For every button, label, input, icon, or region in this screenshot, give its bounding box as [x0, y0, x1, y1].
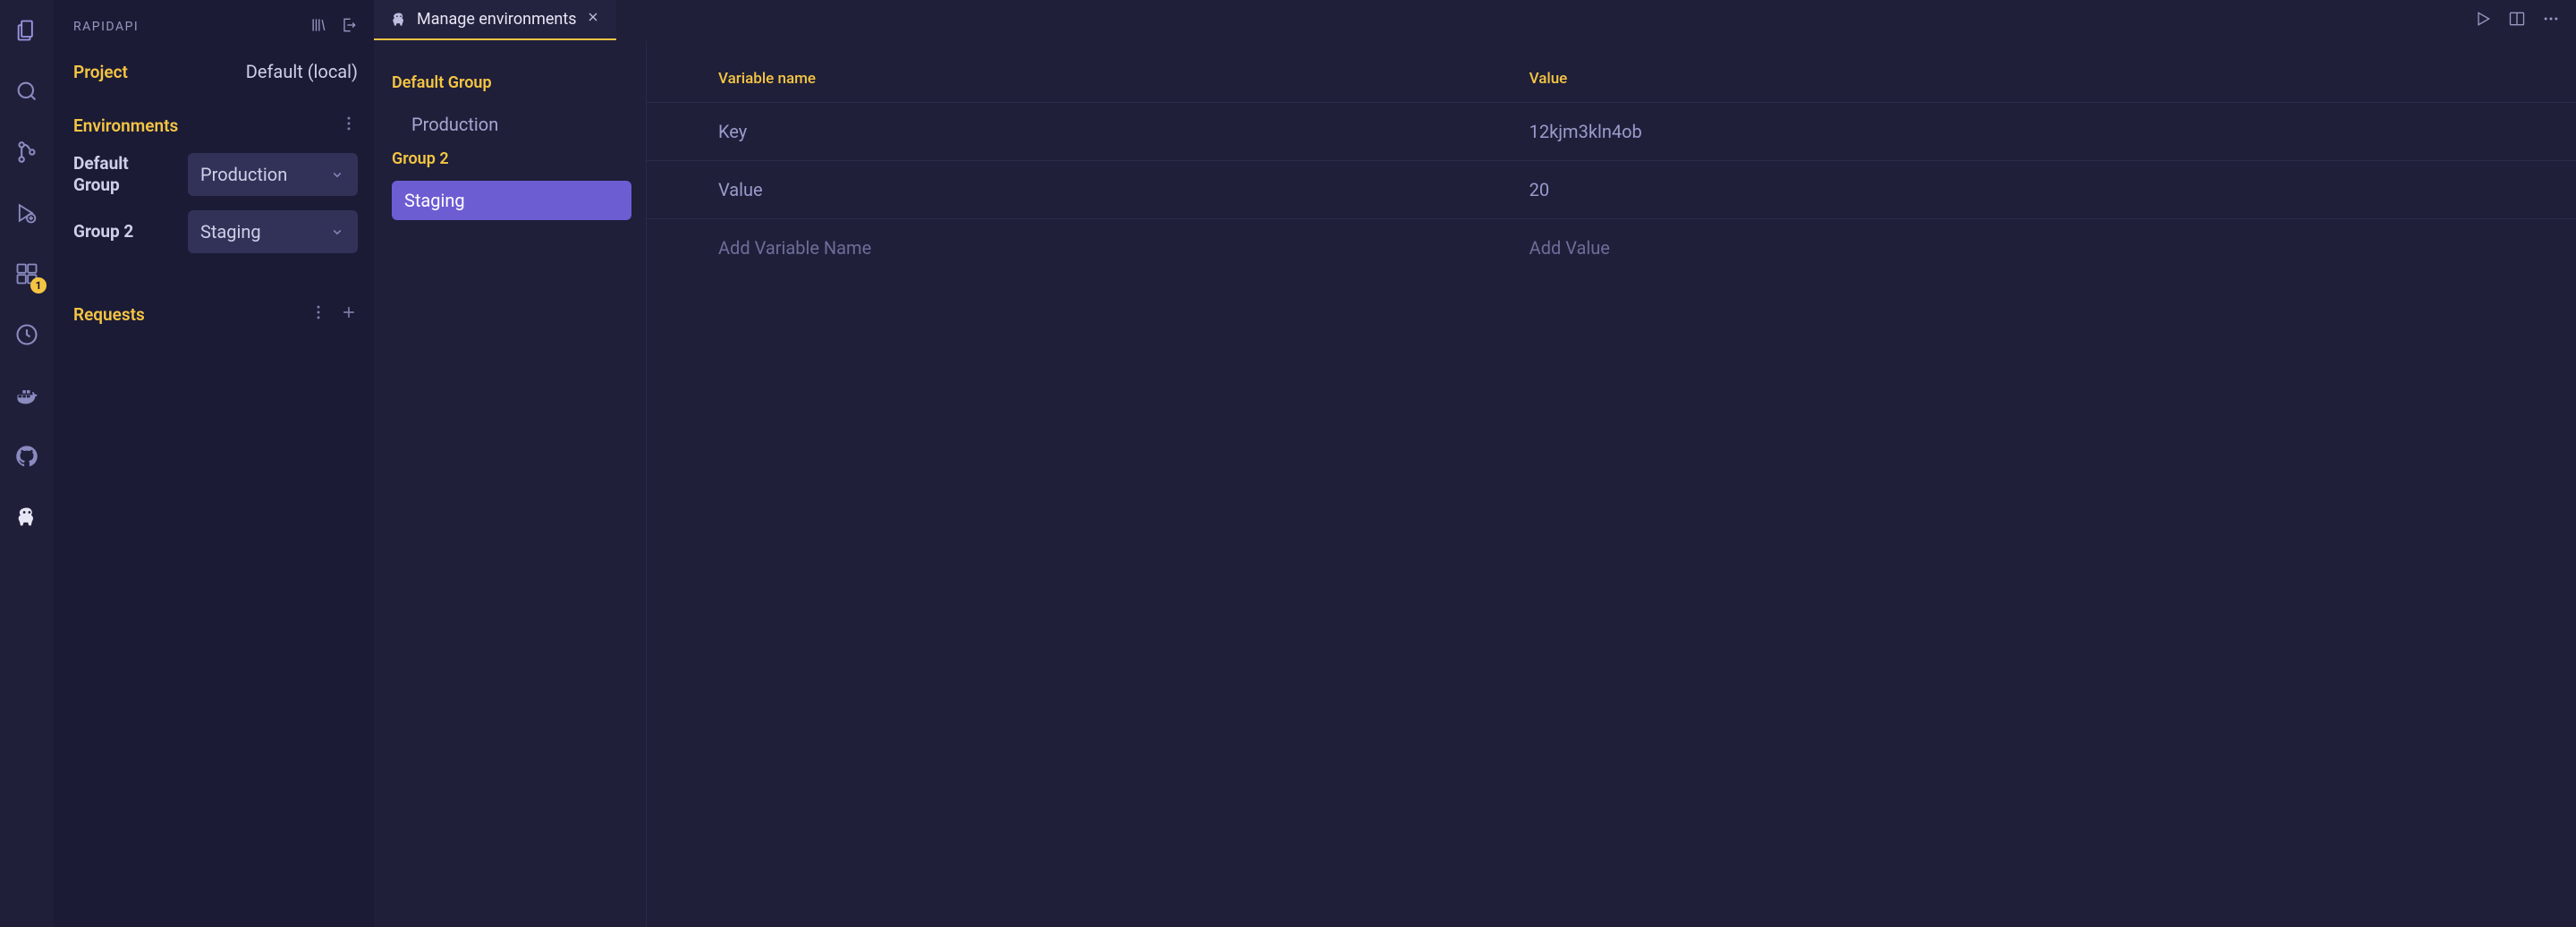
col-header-name: Variable name [647, 41, 1515, 103]
env-select-1-value: Staging [200, 221, 261, 242]
environment-list: Default Group Production Group 2 Staging [374, 41, 647, 927]
run-icon[interactable] [2474, 10, 2492, 31]
env-select-1[interactable]: Staging [188, 210, 358, 253]
environments-more-icon[interactable] [340, 115, 358, 137]
sidebar-title: RAPIDAPI [73, 20, 139, 34]
variables-panel: Variable name Value Key 12kjm3kln4ob Val… [647, 41, 2576, 927]
extensions-icon[interactable]: 1 [5, 252, 48, 295]
env-group-name-1: Group 2 [73, 221, 179, 242]
env-select-0[interactable]: Production [188, 153, 358, 196]
rapidapi-icon[interactable] [5, 496, 48, 539]
table-row[interactable]: Key 12kjm3kln4ob [647, 103, 2576, 161]
col-header-value: Value [1515, 41, 2576, 103]
project-value[interactable]: Default (local) [246, 61, 358, 82]
env-group-label-0: Default Group [392, 73, 631, 92]
chevron-down-icon [329, 224, 345, 240]
tab-close-icon[interactable] [586, 10, 600, 29]
exit-icon[interactable] [340, 16, 358, 38]
search-icon[interactable] [5, 70, 48, 113]
split-editor-icon[interactable] [2508, 10, 2526, 31]
more-actions-icon[interactable] [2542, 10, 2560, 31]
table-row-add[interactable]: Add Variable Name Add Value [647, 219, 2576, 277]
add-var-name[interactable]: Add Variable Name [647, 219, 1515, 277]
activity-bar: 1 [0, 0, 54, 927]
files-icon[interactable] [5, 9, 48, 52]
environments-label: Environments [73, 115, 178, 136]
tab-title: Manage environments [417, 10, 577, 29]
tab-bar: Manage environments [374, 0, 2576, 41]
sidebar-panel: RAPIDAPI Project Default (local) Environ… [54, 0, 374, 927]
var-value-0[interactable]: 12kjm3kln4ob [1515, 103, 2576, 161]
add-var-value[interactable]: Add Value [1515, 219, 2576, 277]
extensions-badge: 1 [30, 277, 47, 293]
timeline-icon[interactable] [5, 313, 48, 356]
variables-table: Variable name Value Key 12kjm3kln4ob Val… [647, 41, 2576, 276]
chevron-down-icon [329, 166, 345, 183]
editor-area: Manage environments Default Group Produc… [374, 0, 2576, 927]
requests-more-icon[interactable] [309, 303, 327, 326]
env-group-label-1: Group 2 [392, 149, 631, 168]
project-label: Project [73, 62, 128, 82]
env-item-production[interactable]: Production [399, 105, 631, 144]
add-request-icon[interactable] [340, 303, 358, 326]
env-select-0-value: Production [200, 164, 287, 185]
env-item-staging[interactable]: Staging [392, 181, 631, 220]
docker-icon[interactable] [5, 374, 48, 417]
octopus-icon [390, 11, 408, 29]
requests-label: Requests [73, 304, 145, 325]
library-icon[interactable] [309, 16, 327, 38]
source-control-icon[interactable] [5, 131, 48, 174]
table-row[interactable]: Value 20 [647, 161, 2576, 219]
var-name-0[interactable]: Key [647, 103, 1515, 161]
tab-manage-environments[interactable]: Manage environments [374, 0, 616, 40]
var-value-1[interactable]: 20 [1515, 161, 2576, 219]
github-icon[interactable] [5, 435, 48, 478]
var-name-1[interactable]: Value [647, 161, 1515, 219]
env-group-name-0: Default Group [73, 153, 179, 196]
run-debug-icon[interactable] [5, 191, 48, 234]
